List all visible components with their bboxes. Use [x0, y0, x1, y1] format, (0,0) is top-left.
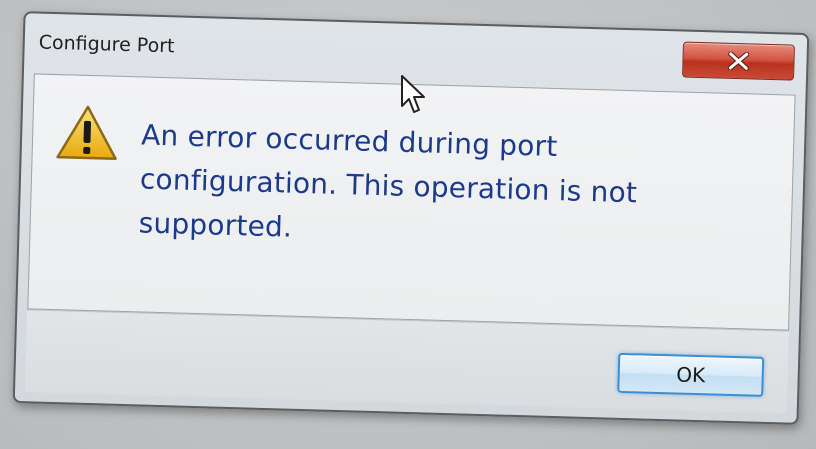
- ok-button[interactable]: OK: [617, 352, 765, 397]
- close-button[interactable]: [682, 41, 795, 81]
- error-message: An error occurred during port configurat…: [138, 118, 638, 244]
- dialog-title: Configure Port: [38, 31, 175, 58]
- warning-icon: [56, 105, 117, 160]
- mouse-cursor-icon: [401, 75, 425, 113]
- close-icon: [727, 51, 750, 71]
